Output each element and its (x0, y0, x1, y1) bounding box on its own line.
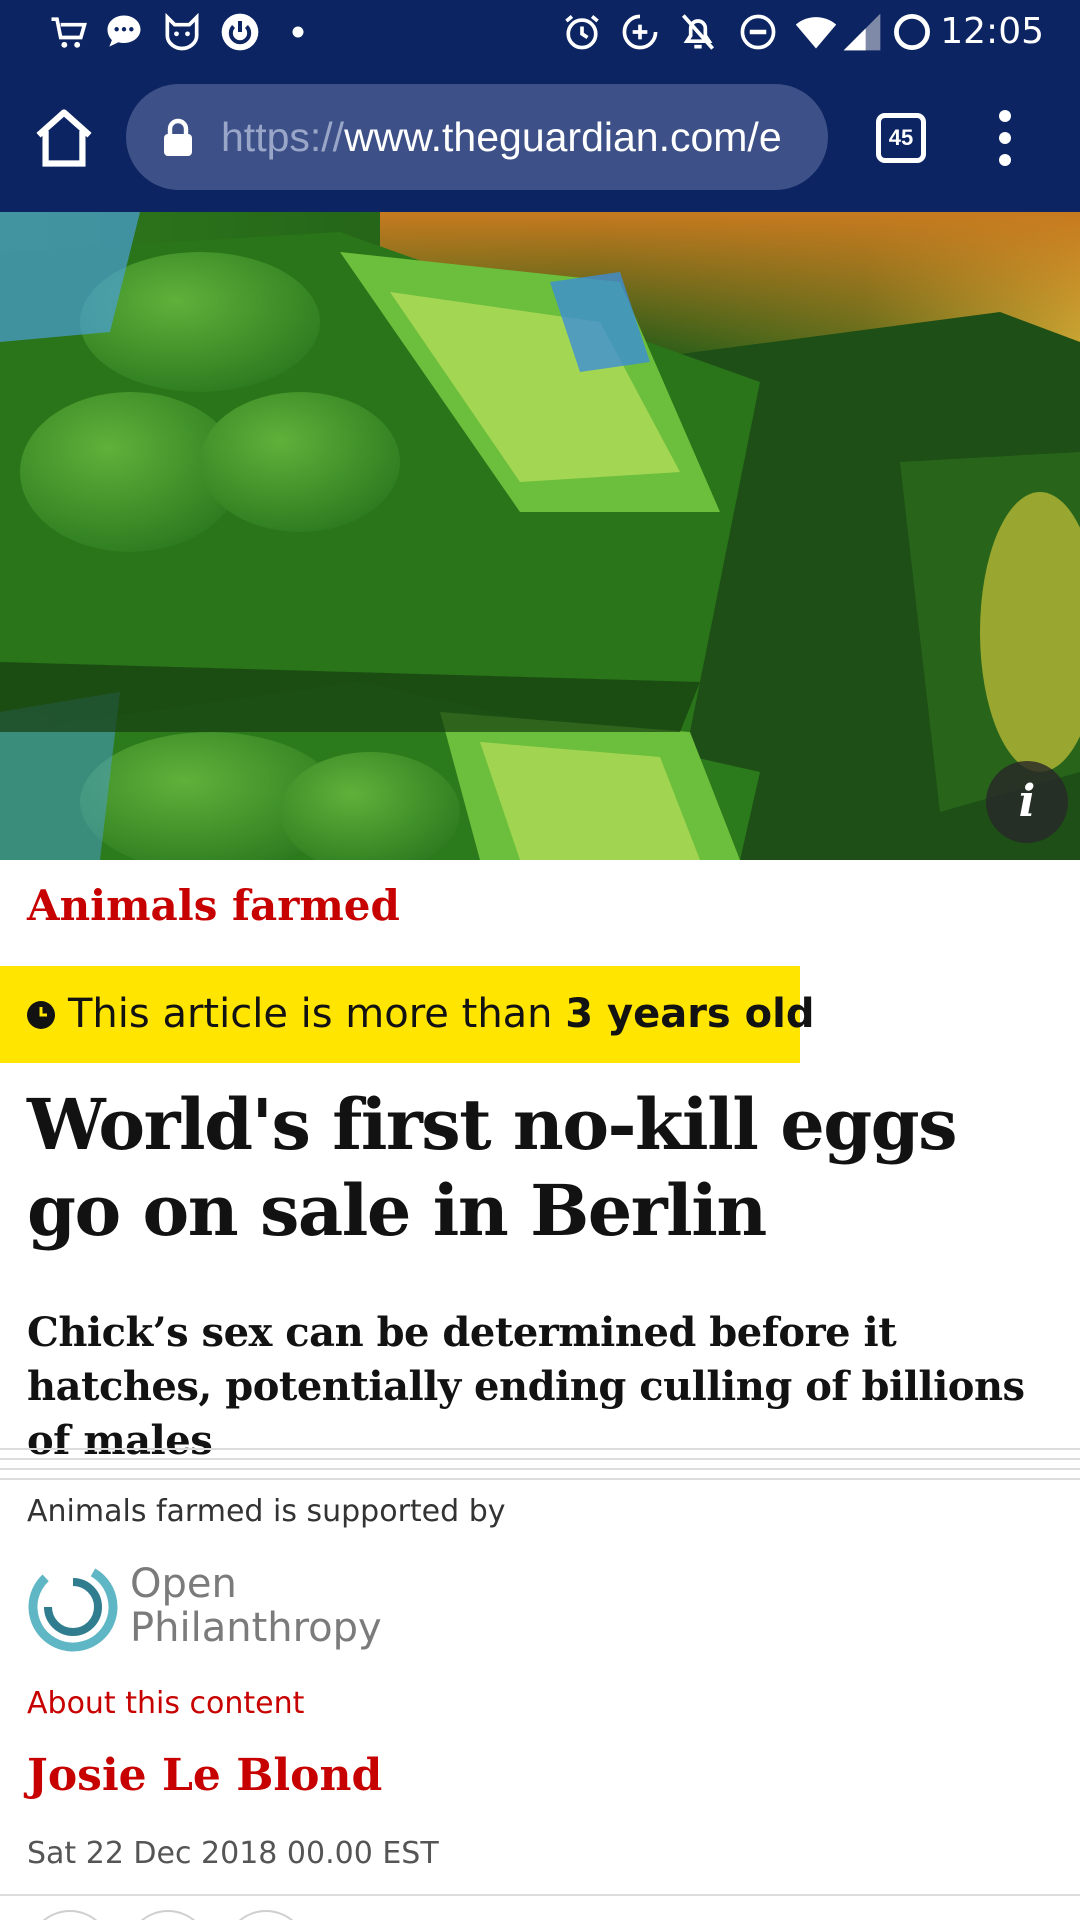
home-icon (36, 109, 92, 167)
share-button[interactable] (28, 1910, 112, 1920)
do-not-disturb-icon (736, 10, 780, 54)
article-age-banner: This article is more than 3 years old (0, 966, 815, 1063)
article-headline: World's first no-kill eggs go on sale in… (27, 1083, 958, 1252)
age-notice-text: This article is more than 3 years old (68, 988, 815, 1040)
divider (0, 1894, 1080, 1896)
data-saver-icon (618, 10, 662, 54)
status-bar: 12:05 (0, 0, 1080, 64)
hero-image (0, 212, 1080, 860)
notification-dot-icon (276, 10, 320, 54)
tab-switcher-button[interactable]: 45 (876, 113, 926, 163)
divider (0, 1448, 1080, 1450)
about-this-content-link[interactable]: About this content (27, 1684, 304, 1724)
sponsor-name-line2: Philanthropy (130, 1605, 382, 1651)
browser-toolbar: https://www.theguardian.com/e 45 (0, 64, 1080, 212)
sync-icon (890, 10, 934, 54)
divider (0, 1458, 1080, 1460)
cellular-signal-icon (840, 10, 884, 54)
overflow-menu-button[interactable] (988, 108, 1022, 168)
article-standfirst: Chick’s sex can be determined before it … (27, 1309, 1025, 1464)
open-philanthropy-logo-icon[interactable] (26, 1560, 120, 1654)
url-text: https://www.theguardian.com/e (221, 111, 811, 163)
image-info-button[interactable]: i (986, 761, 1068, 843)
chat-bubble-icon (102, 10, 146, 54)
age-notice-prefix: This article is more than (68, 991, 566, 1037)
share-button[interactable] (126, 1910, 210, 1920)
url-host: www.theguardian.com/e (344, 114, 782, 160)
share-button[interactable] (224, 1910, 308, 1920)
divider (0, 1468, 1080, 1470)
url-bar[interactable]: https://www.theguardian.com/e (126, 84, 828, 190)
lock-icon (162, 118, 194, 156)
notifications-off-icon (676, 10, 720, 54)
more-vert-icon (999, 110, 1011, 166)
clock-icon (27, 1001, 55, 1029)
cat-app-icon (160, 10, 204, 54)
supported-by-label: Animals farmed is supported by (27, 1494, 506, 1529)
divider (0, 1478, 1080, 1480)
sponsor-name[interactable]: Open Philanthropy (130, 1562, 382, 1650)
home-button[interactable] (30, 104, 98, 172)
author-byline[interactable]: Josie Le Blond (27, 1746, 382, 1806)
section-label[interactable]: Animals farmed (27, 876, 400, 936)
wifi-icon (794, 10, 838, 54)
power-app-icon (218, 10, 262, 54)
age-notice-emphasis: 3 years old (565, 991, 815, 1037)
status-time: 12:05 (940, 11, 1044, 52)
publish-date: Sat 22 Dec 2018 00.00 EST (27, 1836, 439, 1871)
url-scheme: https:// (221, 114, 345, 160)
sponsor-name-line1: Open (130, 1561, 237, 1607)
alarm-icon (560, 10, 604, 54)
shopping-cart-icon (46, 10, 90, 54)
